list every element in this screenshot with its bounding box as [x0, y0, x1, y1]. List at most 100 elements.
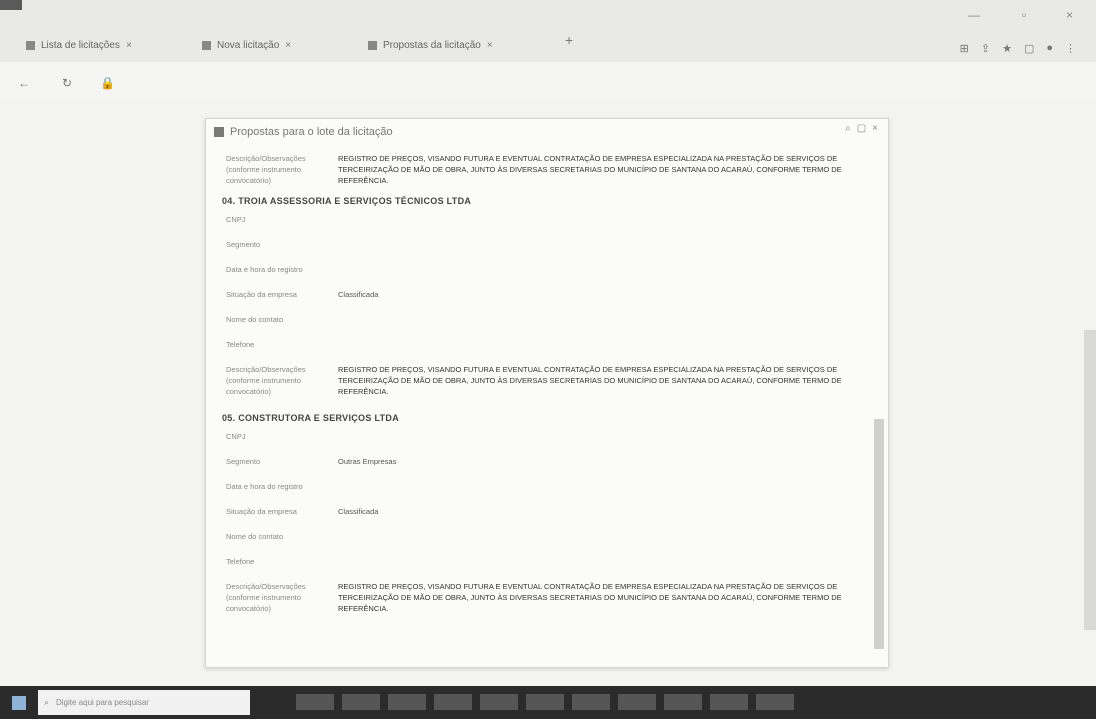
modal-icon — [214, 127, 224, 137]
modal-tools: ⌕ ▢ × — [845, 123, 878, 134]
taskbar-search-placeholder: Digite aqui para pesquisar — [56, 698, 149, 707]
maximize-icon[interactable]: ▢ — [857, 123, 866, 134]
tab-favicon-icon — [202, 40, 211, 50]
close-icon[interactable]: × — [487, 40, 493, 51]
field-value: Classificada — [338, 507, 379, 516]
taskbar-item[interactable] — [480, 694, 518, 710]
company-field: Nome do contato — [206, 531, 888, 542]
minimize-icon[interactable]: — — [968, 8, 980, 22]
modal-scrollbar[interactable] — [874, 419, 884, 649]
field-label: Segmento — [226, 240, 261, 249]
field-value — [338, 339, 868, 350]
field-value — [338, 264, 868, 275]
modal-title: Propostas para o lote da licitação — [230, 126, 393, 138]
field-label: Data e hora do registro — [226, 482, 303, 491]
extension-icon[interactable]: ⊞ — [960, 42, 969, 55]
search-icon: ⌕ — [44, 697, 50, 707]
taskbar-item[interactable] — [434, 694, 472, 710]
maximize-icon[interactable]: ▫ — [1022, 8, 1026, 22]
field-value: Classificada — [338, 290, 379, 299]
field-value — [338, 481, 868, 492]
company-field: Descrição/Observações (conforme instrume… — [206, 581, 888, 614]
taskbar-item[interactable] — [526, 694, 564, 710]
lock-icon: 🔒 — [100, 76, 115, 90]
page-scrollbar[interactable] — [1084, 330, 1096, 630]
company-field: CNPJ — [206, 214, 888, 225]
company-field: Data e hora do registro — [206, 481, 888, 492]
star-icon[interactable]: ★ — [1002, 42, 1012, 55]
field-label: Segmento — [226, 457, 261, 466]
tab-3[interactable]: Propostas da licitação × — [368, 34, 493, 56]
new-tab-button[interactable]: + — [565, 32, 573, 48]
avatar[interactable]: ● — [1046, 42, 1053, 55]
taskbar: ⌕ Digite aqui para pesquisar — [0, 686, 1096, 719]
taskbar-item[interactable] — [296, 694, 334, 710]
modal-header: Propostas para o lote da licitação — [206, 119, 888, 145]
company-field: Telefone — [206, 556, 888, 567]
company-field: Segmento Outras Empresas — [206, 456, 888, 467]
company-field: Descrição/Observações (conforme instrume… — [206, 364, 888, 397]
reload-icon[interactable]: ↻ — [62, 76, 72, 90]
field-value — [338, 214, 868, 225]
menu-icon[interactable]: ⋮ — [1065, 42, 1076, 55]
field-value: REGISTRO DE PREÇOS, VISANDO FUTURA E EVE… — [338, 365, 842, 396]
proposals-modal: Propostas para o lote da licitação ⌕ ▢ ×… — [205, 118, 889, 668]
taskbar-item[interactable] — [664, 694, 702, 710]
field-label: Descrição/Observações (conforme instrume… — [226, 582, 306, 613]
field-label: Situação da empresa — [226, 290, 297, 299]
field-label: Nome do contato — [226, 315, 284, 324]
taskbar-item[interactable] — [342, 694, 380, 710]
taskbar-item[interactable] — [756, 694, 794, 710]
taskbar-item[interactable] — [618, 694, 656, 710]
field-label: Situação da empresa — [226, 507, 297, 516]
field-value — [338, 239, 868, 250]
field-label: Descrição/Observações (conforme instrume… — [226, 154, 306, 185]
search-icon[interactable]: ⌕ — [845, 123, 851, 134]
field-value: Outras Empresas — [338, 457, 397, 466]
field-value — [338, 531, 868, 542]
collections-icon[interactable]: ▢ — [1024, 42, 1034, 55]
company-field: CNPJ — [206, 431, 888, 442]
company-field: Situação da empresa Classificada — [206, 289, 888, 300]
field-label: Nome do contato — [226, 532, 284, 541]
company-field: Telefone — [206, 339, 888, 350]
taskbar-item[interactable] — [572, 694, 610, 710]
field-label: Telefone — [226, 340, 255, 349]
start-button[interactable] — [12, 696, 26, 710]
field-value — [338, 556, 868, 567]
company-title: 05. CONSTRUTORA E SERVIÇOS LTDA — [222, 413, 399, 423]
browser-toolbar-icons: ⊞ ⇪ ★ ▢ ● ⋮ — [960, 42, 1076, 55]
field-value: REGISTRO DE PREÇOS, VISANDO FUTURA E EVE… — [338, 582, 842, 613]
browser-tab-bar: Lista de licitações × Nova licitação × P… — [0, 0, 1096, 62]
close-icon[interactable]: × — [872, 123, 878, 134]
taskbar-item[interactable] — [710, 694, 748, 710]
field-value — [338, 314, 868, 325]
close-icon[interactable]: × — [285, 40, 291, 51]
tab-favicon-icon — [368, 40, 377, 50]
field-label: Telefone — [226, 557, 255, 566]
company-title: 04. TROIA ASSESSORIA E SERVIÇOS TÉCNICOS… — [222, 196, 472, 206]
field-label: Data e hora do registro — [226, 265, 303, 274]
field-value: REGISTRO DE PREÇOS, VISANDO FUTURA E EVE… — [338, 154, 842, 185]
description-row: Descrição/Observações (conforme instrume… — [206, 153, 888, 186]
close-icon[interactable]: × — [126, 40, 132, 51]
address-bar-area: ← ↻ 🔒 — [0, 64, 1096, 98]
company-field: Situação da empresa Classificada — [206, 506, 888, 517]
back-icon[interactable]: ← — [18, 76, 30, 90]
field-label: CNPJ — [226, 215, 246, 224]
taskbar-item[interactable] — [388, 694, 426, 710]
company-field: Nome do contato — [206, 314, 888, 325]
field-label: Descrição/Observações (conforme instrume… — [226, 365, 306, 396]
company-field: Segmento — [206, 239, 888, 250]
tab-1[interactable]: Lista de licitações × — [26, 34, 132, 56]
field-value — [338, 431, 868, 442]
field-label: CNPJ — [226, 432, 246, 441]
close-window-icon[interactable]: × — [1066, 8, 1073, 22]
tab-1-label: Lista de licitações — [41, 39, 120, 51]
share-icon[interactable]: ⇪ — [981, 42, 990, 55]
tab-3-label: Propostas da licitação — [383, 39, 481, 51]
tab-2[interactable]: Nova licitação × — [202, 34, 291, 56]
taskbar-search-input[interactable]: ⌕ Digite aqui para pesquisar — [38, 690, 250, 715]
taskbar-items — [296, 694, 794, 710]
company-field: Data e hora do registro — [206, 264, 888, 275]
